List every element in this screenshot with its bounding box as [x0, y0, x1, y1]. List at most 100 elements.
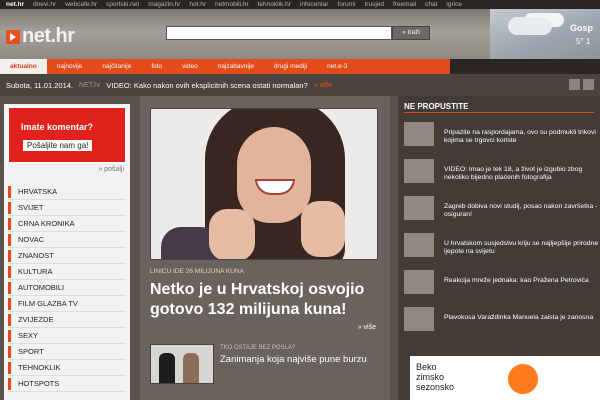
- weather-city: Gosp: [570, 23, 594, 33]
- thumbnail-person: [159, 353, 175, 383]
- top-site-strip: net.hr dnevi.hr webcafe.hr sportski.net …: [0, 0, 600, 9]
- list-item-thumbnail[interactable]: [404, 307, 434, 331]
- list-item-text[interactable]: Plavokosa Varaždinka Manuela zaista je z…: [444, 314, 600, 322]
- second-article-headline[interactable]: Zanimanja koja najviše pune burzu: [220, 354, 380, 365]
- hero-kicker: LINICU IDE 26 MILIJUNA KUNA: [150, 268, 244, 275]
- tab-video[interactable]: video: [172, 59, 208, 74]
- list-item-thumbnail[interactable]: [404, 122, 434, 146]
- menu-item-hrvatska[interactable]: HRVATSKA: [8, 184, 126, 200]
- main-nav: aktualno najnovije najčitanije foto vide…: [0, 59, 600, 74]
- top-link[interactable]: magazin.hr: [148, 1, 180, 8]
- tab-najcitanije[interactable]: najčitanije: [92, 59, 141, 74]
- hero-headline[interactable]: Netko je u Hrvatskoj osvojio gotovo 132 …: [150, 280, 386, 320]
- site-header: net.hr » traži Gosp 5° 1: [0, 9, 600, 59]
- search-bar: » traži: [166, 26, 430, 40]
- list-item[interactable]: Pripazite na raspordajama, ovo su podmuk…: [404, 120, 600, 152]
- menu-item-kultura[interactable]: KULTURA: [8, 264, 126, 280]
- cloud-icon: [508, 17, 552, 35]
- tab-aktualno[interactable]: aktualno: [0, 59, 47, 74]
- ad-line: Beko: [416, 362, 437, 372]
- top-link[interactable]: chat: [425, 1, 437, 8]
- top-link[interactable]: tehnoklik.hr: [258, 1, 291, 8]
- list-item[interactable]: Zagreb dobiva novi studij, posao nakon z…: [404, 194, 600, 226]
- menu-item-svijet[interactable]: SVIJET: [8, 200, 126, 216]
- menu-item-sexy[interactable]: SEXY: [8, 328, 126, 344]
- menu-item-znanost[interactable]: ZNANOST: [8, 248, 126, 264]
- left-sidebar: Imate komentar? Pošaljite nam ga! » poša…: [4, 104, 130, 400]
- list-item-thumbnail[interactable]: [404, 159, 434, 183]
- menu-item-film[interactable]: FILM GLAZBA TV: [8, 296, 126, 312]
- category-menu: HRVATSKA SVIJET CRNA KRONIKA NOVAC ZNANO…: [8, 184, 126, 392]
- search-input[interactable]: [166, 26, 392, 40]
- menu-item-tehnoklik[interactable]: TEHNOKLIK: [8, 360, 126, 376]
- nav-spacer: [450, 59, 600, 74]
- ne-propustite-heading: NE PROPUSTITE: [404, 102, 469, 111]
- top-link[interactable]: dnevi.hr: [33, 1, 56, 8]
- list-item-text[interactable]: Reakcija mreže jednaka: kao Pražena Petr…: [444, 277, 600, 285]
- menu-item-hotspots[interactable]: HOTSPOTS: [8, 376, 126, 392]
- search-button[interactable]: » traži: [392, 26, 430, 40]
- hero-image[interactable]: [150, 108, 378, 260]
- top-link[interactable]: hot.hr: [189, 1, 206, 8]
- top-link[interactable]: netmobili.hr: [215, 1, 249, 8]
- heading-divider: [404, 112, 594, 113]
- facebook-icon[interactable]: [583, 79, 594, 90]
- list-item[interactable]: Reakcija mreže jednaka: kao Pražena Petr…: [404, 268, 600, 300]
- list-item-text[interactable]: U hrvatskom susjedstvu kriju se najljepš…: [444, 240, 600, 256]
- list-item[interactable]: U hrvatskom susjedstvu kriju se najljepš…: [404, 231, 600, 263]
- menu-item-automobili[interactable]: AUTOMOBILI: [8, 280, 126, 296]
- thumbnail-person: [183, 353, 199, 383]
- ticker-source: NET.hr: [79, 81, 101, 89]
- ad-line: sezonsko: [416, 382, 455, 392]
- list-item[interactable]: Plavokosa Varaždinka Manuela zaista je z…: [404, 305, 600, 337]
- weather-temp: 5° 1: [576, 37, 591, 46]
- second-article-kicker: TKO OSTAJE BEZ POSLA?: [220, 345, 296, 351]
- tab-net-e3[interactable]: net.e-3: [317, 59, 357, 74]
- hero-image-face: [237, 127, 311, 223]
- list-item-text[interactable]: Pripazite na raspordajama, ovo su podmuk…: [444, 129, 600, 145]
- top-link[interactable]: forumi: [337, 1, 355, 8]
- site-logo[interactable]: net.hr: [6, 25, 75, 48]
- top-link[interactable]: sportski.net: [106, 1, 139, 8]
- hero-more-link[interactable]: » više: [358, 324, 376, 331]
- menu-item-crna-kronika[interactable]: CRNA KRONIKA: [8, 216, 126, 232]
- second-article-thumbnail[interactable]: [150, 344, 214, 384]
- list-item-thumbnail[interactable]: [404, 270, 434, 294]
- rss-icon[interactable]: [569, 79, 580, 90]
- menu-item-sport[interactable]: SPORT: [8, 344, 126, 360]
- list-item-text[interactable]: VIDEO: Imao je tek 18, a život je izgubi…: [444, 166, 600, 182]
- list-item-text[interactable]: Zagreb dobiva novi studij, posao nakon z…: [444, 203, 600, 219]
- menu-item-novac[interactable]: NOVAC: [8, 232, 126, 248]
- ad-graphic: [508, 364, 538, 394]
- logo-text: net.hr: [22, 25, 75, 47]
- ticker-headline[interactable]: VIDEO: Kako nakon ovih eksplicitnih scen…: [106, 81, 307, 90]
- share-icons: [569, 79, 594, 90]
- tab-foto[interactable]: foto: [141, 59, 172, 74]
- tab-drugi-mediji[interactable]: drugi mediji: [264, 59, 317, 74]
- menu-item-zvijezde[interactable]: ZVIJEZDE: [8, 312, 126, 328]
- tab-najnovije[interactable]: najnovije: [47, 59, 93, 74]
- send-link[interactable]: » pošalji: [98, 166, 124, 173]
- tab-najzabavnije[interactable]: najzabavnije: [208, 59, 264, 74]
- logo-play-icon: [6, 29, 20, 44]
- top-link[interactable]: igrice: [446, 1, 462, 8]
- top-link[interactable]: infocentar: [300, 1, 329, 8]
- ticker-more-link[interactable]: » više: [314, 82, 332, 89]
- top-link[interactable]: trusjed: [364, 1, 384, 8]
- list-item[interactable]: VIDEO: Imao je tek 18, a život je izgubi…: [404, 157, 600, 189]
- date-ticker-bar: Subota, 11.01.2014. NET.hr VIDEO: Kako n…: [0, 74, 600, 96]
- hero-image-fist: [209, 209, 255, 259]
- comment-send-button[interactable]: Pošaljite nam ga!: [23, 140, 93, 151]
- beko-ad[interactable]: Beko zimsko sezonsko: [410, 356, 600, 400]
- weather-widget[interactable]: Gosp 5° 1: [490, 9, 600, 59]
- ad-line: zimsko: [416, 372, 445, 382]
- hero-image-fist: [301, 201, 345, 257]
- current-date: Subota, 11.01.2014.: [6, 80, 74, 90]
- top-link[interactable]: webcafe.hr: [65, 1, 97, 8]
- comment-banner[interactable]: Imate komentar? Pošaljite nam ga!: [7, 106, 127, 164]
- top-link[interactable]: net.hr: [6, 1, 24, 8]
- list-item-thumbnail[interactable]: [404, 233, 434, 257]
- list-item-thumbnail[interactable]: [404, 196, 434, 220]
- comment-banner-bg: [9, 108, 125, 162]
- top-link[interactable]: freemail: [393, 1, 416, 8]
